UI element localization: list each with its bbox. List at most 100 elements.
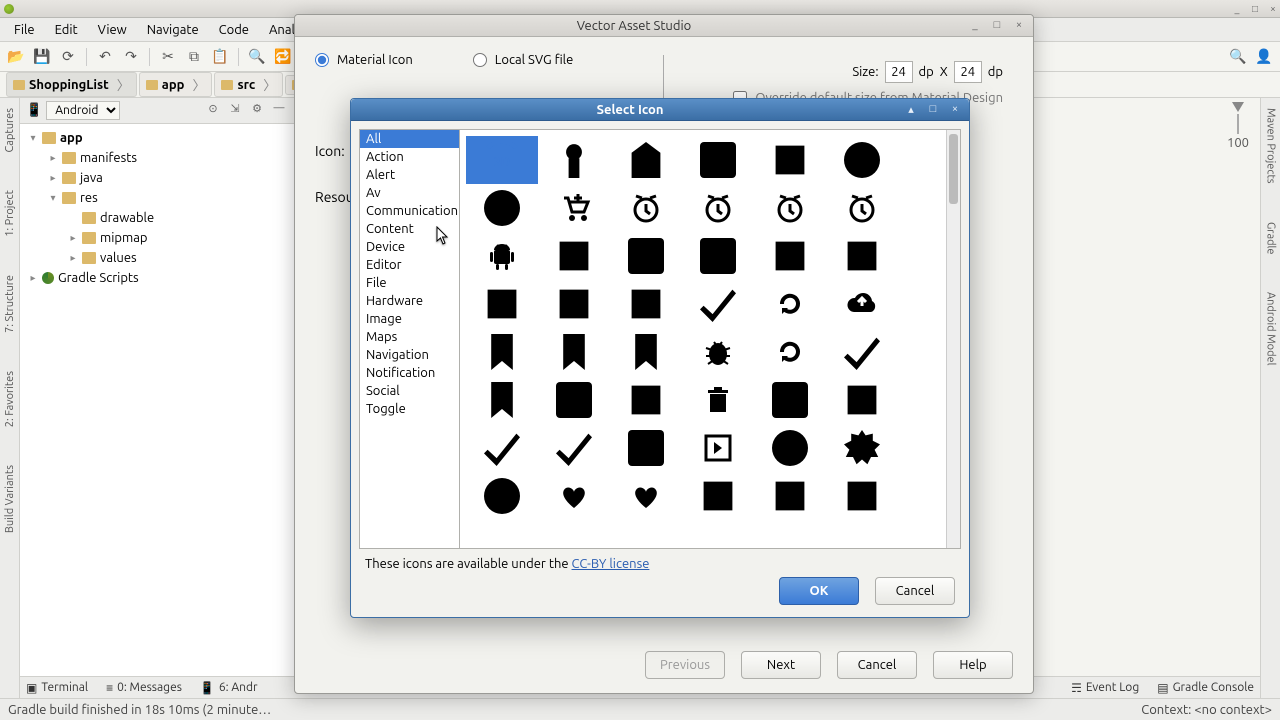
scroll-to-source[interactable]: ⊙ [204, 102, 222, 120]
size-width-input[interactable] [885, 61, 913, 83]
icon-done-all[interactable] [538, 424, 610, 472]
toolwin-structure[interactable]: 7: Structure [4, 271, 16, 337]
category-content[interactable]: Content [360, 220, 459, 238]
search-everywhere[interactable]: 🔍 [1226, 45, 1250, 69]
menu-code[interactable]: Code [209, 20, 259, 40]
menu-edit[interactable]: Edit [45, 20, 88, 40]
category-communication[interactable]: Communication [360, 202, 459, 220]
icon-announcement[interactable] [538, 232, 610, 280]
icon-grid[interactable]: 3D [460, 130, 946, 548]
dialog-close[interactable]: × [1011, 19, 1027, 33]
icon-assessment[interactable] [682, 232, 754, 280]
icon-explore[interactable] [754, 424, 826, 472]
tab-gradleconsole[interactable]: ▤ Gradle Console [1157, 681, 1254, 695]
icon-cached[interactable] [754, 328, 826, 376]
category-device[interactable]: Device [360, 238, 459, 256]
dialog-minimize[interactable]: _ [967, 19, 983, 33]
category-list[interactable]: AllActionAlertAvCommunicationContentDevi… [360, 130, 460, 548]
size-height-input[interactable] [954, 61, 982, 83]
dialog-titlebar[interactable]: Select Icon ▴ □ × [351, 99, 969, 121]
crumb-app[interactable]: app〉 [139, 72, 213, 97]
icon-account-balance-wallet[interactable] [682, 136, 754, 184]
dialog-rollup[interactable]: ▴ [903, 103, 919, 117]
icon-delete[interactable] [682, 376, 754, 424]
icon-backup[interactable] [826, 280, 898, 328]
icon-favorite-border[interactable] [610, 472, 682, 520]
tree-java[interactable]: ▸java [20, 168, 294, 188]
window-maximize[interactable]: □ [1248, 3, 1262, 15]
icon-autorenew[interactable] [754, 280, 826, 328]
category-action[interactable]: Action [360, 148, 459, 166]
icon-face[interactable] [466, 472, 538, 520]
menu-navigate[interactable]: Navigate [137, 20, 209, 40]
toolwin-maven[interactable]: Maven Projects [1265, 104, 1277, 188]
category-av[interactable]: Av [360, 184, 459, 202]
tree-mipmap[interactable]: ▸mipmap [20, 228, 294, 248]
icon-done[interactable] [466, 424, 538, 472]
scrollbar[interactable] [946, 130, 960, 548]
icon-find-in-page[interactable] [682, 472, 754, 520]
icon-android[interactable] [466, 232, 538, 280]
tab-eventlog[interactable]: ☴ Event Log [1071, 681, 1139, 695]
radio-material-icon[interactable]: Material Icon [315, 53, 413, 67]
icon-dashboard[interactable] [610, 376, 682, 424]
settings-icon[interactable]: ⚙ [248, 102, 266, 120]
icon-description[interactable] [754, 376, 826, 424]
category-social[interactable]: Social [360, 382, 459, 400]
dialog-maximize[interactable]: □ [925, 103, 941, 117]
category-alert[interactable]: Alert [360, 166, 459, 184]
menu-view[interactable]: View [88, 20, 137, 40]
paste-button[interactable]: 📋 [208, 45, 232, 69]
scrollbar-thumb[interactable] [949, 134, 958, 204]
opacity-slider[interactable]: 100 [1220, 102, 1256, 162]
category-hardware[interactable]: Hardware [360, 292, 459, 310]
radio-svg-input[interactable] [473, 53, 487, 67]
next-button[interactable]: Next [741, 651, 821, 679]
icon-find-replace[interactable] [754, 472, 826, 520]
category-image[interactable]: Image [360, 310, 459, 328]
window-minimize[interactable]: _ [1230, 3, 1244, 15]
radio-local-svg[interactable]: Local SVG file [473, 53, 574, 67]
replace-button[interactable]: 🔁 [271, 45, 295, 69]
icon-assignment-late[interactable] [466, 280, 538, 328]
icon-account-circle-fill[interactable] [466, 184, 538, 232]
tree-res[interactable]: ▾res [20, 188, 294, 208]
open-button[interactable]: 📂 [4, 45, 28, 69]
icon-check-circle[interactable] [826, 328, 898, 376]
category-navigation[interactable]: Navigation [360, 346, 459, 364]
tree-values[interactable]: ▸values [20, 248, 294, 268]
cancel-button[interactable]: Cancel [837, 651, 917, 679]
project-tree[interactable]: ▾app ▸manifests ▸java ▾res drawable ▸mip… [20, 124, 294, 698]
category-maps[interactable]: Maps [360, 328, 459, 346]
profile-button[interactable]: 👤 [1252, 45, 1276, 69]
icon-assignment-ind[interactable] [826, 232, 898, 280]
icon-assignment-return[interactable] [538, 280, 610, 328]
icon-account-circle[interactable] [826, 136, 898, 184]
toolwin-gradle[interactable]: Gradle [1265, 218, 1277, 259]
tree-gradle-scripts[interactable]: ▸Gradle Scripts [20, 268, 294, 288]
category-notification[interactable]: Notification [360, 364, 459, 382]
category-file[interactable]: File [360, 274, 459, 292]
icon-credit-card[interactable] [538, 376, 610, 424]
sync-button[interactable]: ⟳ [56, 45, 80, 69]
dialog-maximize[interactable]: □ [989, 19, 1005, 33]
icon-bookmark[interactable] [538, 328, 610, 376]
project-view-select[interactable]: Android [46, 101, 120, 120]
collapse-all[interactable]: ⇲ [226, 102, 244, 120]
hide-panel[interactable]: — [270, 102, 288, 120]
icon-accessibility[interactable] [538, 136, 610, 184]
icon-alarm-add[interactable] [682, 184, 754, 232]
category-all[interactable]: All [360, 130, 459, 148]
cut-button[interactable]: ✂ [156, 45, 180, 69]
icon-bug-report[interactable] [682, 328, 754, 376]
tab-messages[interactable]: ≡ 0: Messages [106, 681, 182, 695]
ok-button[interactable]: OK [779, 577, 859, 605]
dialog-titlebar[interactable]: Vector Asset Studio _ □ × [295, 15, 1033, 37]
redo-button[interactable]: ↷ [119, 45, 143, 69]
tree-app[interactable]: ▾app [20, 128, 294, 148]
icon-alarm-off[interactable] [754, 184, 826, 232]
category-toggle[interactable]: Toggle [360, 400, 459, 418]
icon-assignment-returned[interactable] [610, 280, 682, 328]
icon-favorite[interactable] [538, 472, 610, 520]
icon-3d-rotation[interactable]: 3D [466, 136, 538, 184]
